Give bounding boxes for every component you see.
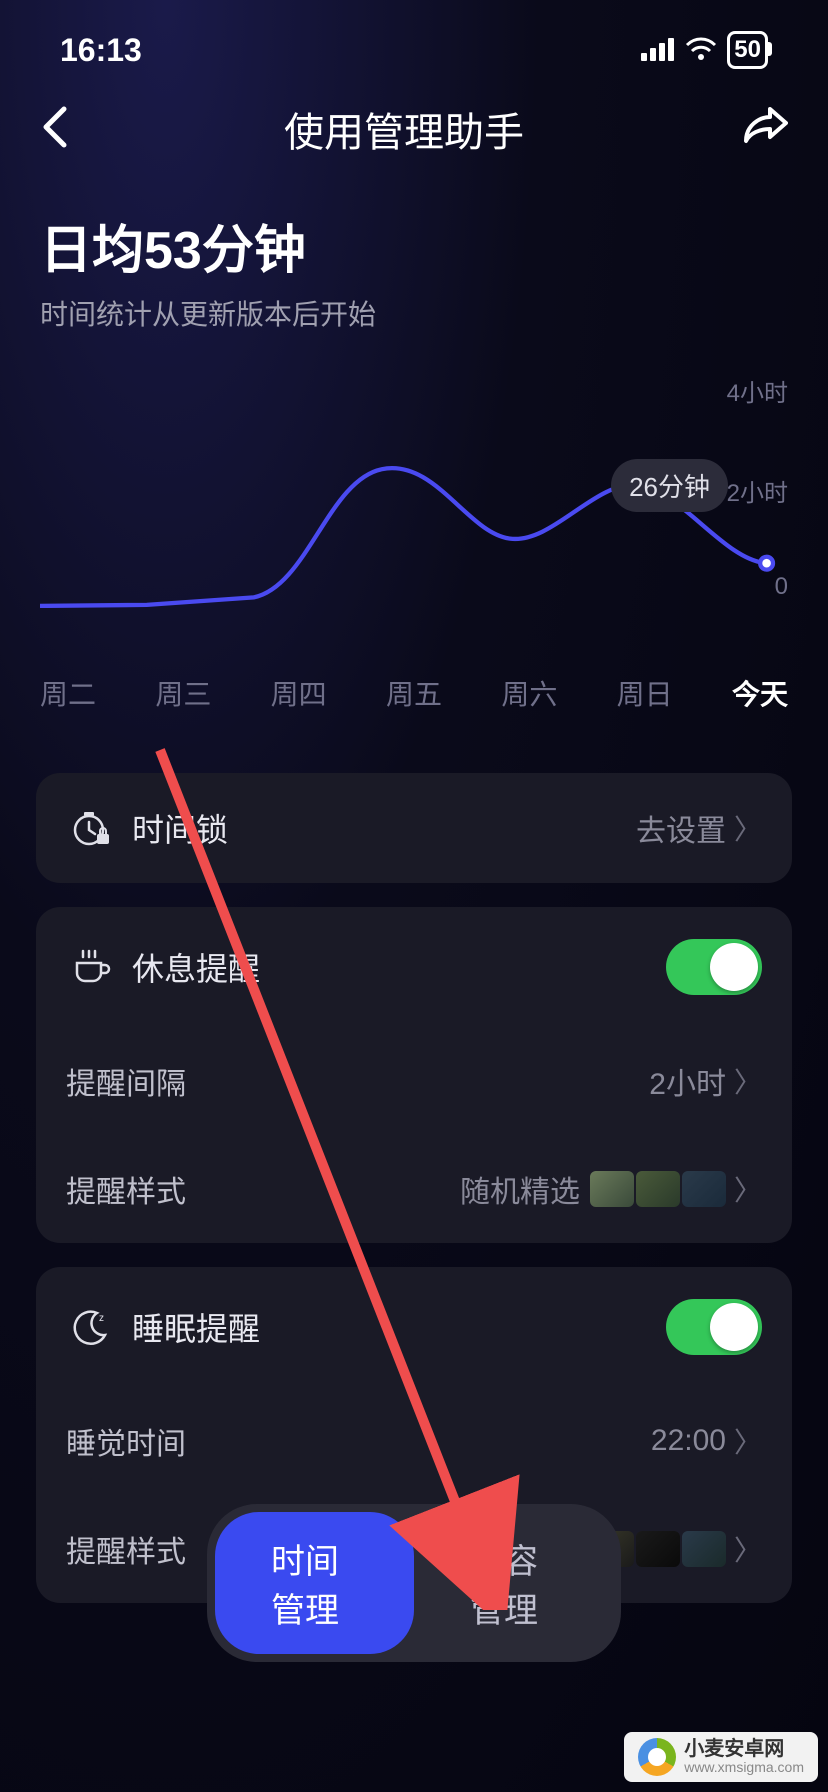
stopwatch-lock-icon — [66, 808, 116, 848]
chevron-right-icon: 〉 — [734, 1421, 762, 1461]
status-bar: 16:13 50 — [0, 0, 828, 80]
watermark: 小麦安卓网 www.xmsigma.com — [624, 1732, 818, 1782]
rest-reminder-label: 休息提醒 — [116, 944, 666, 990]
tab-time-management[interactable]: 时间管理 — [215, 1512, 414, 1654]
signal-icon — [641, 32, 675, 69]
time-lock-action: 去设置 — [636, 806, 726, 850]
tab-content-management[interactable]: 内容管理 — [414, 1512, 613, 1654]
status-indicators: 50 — [641, 31, 768, 69]
battery-icon: 50 — [727, 31, 768, 69]
svg-text:z: z — [99, 1313, 104, 1324]
summary-subtitle: 时间统计从更新版本后开始 — [40, 293, 788, 333]
chevron-right-icon: 〉 — [734, 808, 762, 848]
style-label: 提醒样式 — [66, 1167, 460, 1211]
watermark-logo-icon — [638, 1738, 676, 1776]
chevron-right-icon: 〉 — [734, 1529, 762, 1569]
header: 使用管理助手 — [0, 80, 828, 178]
sleep-time-label: 睡觉时间 — [66, 1419, 651, 1463]
wifi-icon — [685, 32, 717, 69]
time-lock-label: 时间锁 — [116, 805, 636, 851]
x-tick: 周六 — [501, 673, 557, 713]
bottom-tab-bar: 时间管理 内容管理 — [207, 1504, 621, 1662]
settings-list: 时间锁 去设置 〉 休息提醒 提醒间隔 2小时 〉 提醒样式 随机精选 — [0, 713, 828, 1603]
sleep-reminder-label: 睡眠提醒 — [116, 1304, 666, 1350]
rest-reminder-row: 休息提醒 — [36, 907, 792, 1027]
interval-label: 提醒间隔 — [66, 1059, 649, 1103]
chevron-right-icon: 〉 — [734, 1169, 762, 1209]
x-tick: 周五 — [386, 673, 442, 713]
watermark-url: www.xmsigma.com — [684, 1760, 804, 1775]
sleep-reminder-toggle[interactable] — [666, 1299, 762, 1355]
status-time: 16:13 — [60, 32, 142, 69]
sleep-time-row[interactable]: 睡觉时间 22:00 〉 — [36, 1387, 792, 1495]
chart-x-axis: 周二 周三 周四 周五 周六 周日 今天 — [0, 653, 828, 713]
x-tick: 周三 — [155, 673, 211, 713]
time-lock-card: 时间锁 去设置 〉 — [36, 773, 792, 883]
average-label: 日均53分钟 — [40, 208, 788, 283]
page-title: 使用管理助手 — [68, 100, 740, 158]
chart-tooltip: 26分钟 — [611, 459, 728, 512]
cup-icon — [66, 947, 116, 987]
rest-reminder-card: 休息提醒 提醒间隔 2小时 〉 提醒样式 随机精选 〉 — [36, 907, 792, 1243]
watermark-name: 小麦安卓网 — [684, 1738, 804, 1760]
x-tick: 周四 — [271, 673, 327, 713]
reminder-interval-row[interactable]: 提醒间隔 2小时 〉 — [36, 1027, 792, 1135]
style-value: 随机精选 — [460, 1167, 726, 1211]
back-icon[interactable] — [40, 105, 68, 154]
x-tick: 周二 — [40, 673, 96, 713]
usage-summary: 日均53分钟 时间统计从更新版本后开始 — [0, 178, 828, 333]
usage-chart: 4小时 2小时 0 26分钟 — [40, 373, 788, 653]
chevron-right-icon: 〉 — [734, 1061, 762, 1101]
time-lock-row[interactable]: 时间锁 去设置 〉 — [36, 773, 792, 883]
x-tick-today: 今天 — [732, 673, 788, 713]
rest-reminder-toggle[interactable] — [666, 939, 762, 995]
moon-icon: z — [66, 1307, 116, 1347]
sleep-reminder-row: z 睡眠提醒 — [36, 1267, 792, 1387]
interval-value: 2小时 — [649, 1059, 726, 1103]
reminder-style-row[interactable]: 提醒样式 随机精选 〉 — [36, 1135, 792, 1243]
sleep-time-value: 22:00 — [651, 1424, 726, 1458]
x-tick: 周日 — [617, 673, 673, 713]
share-icon[interactable] — [740, 107, 788, 152]
style-thumbnails — [590, 1171, 726, 1207]
